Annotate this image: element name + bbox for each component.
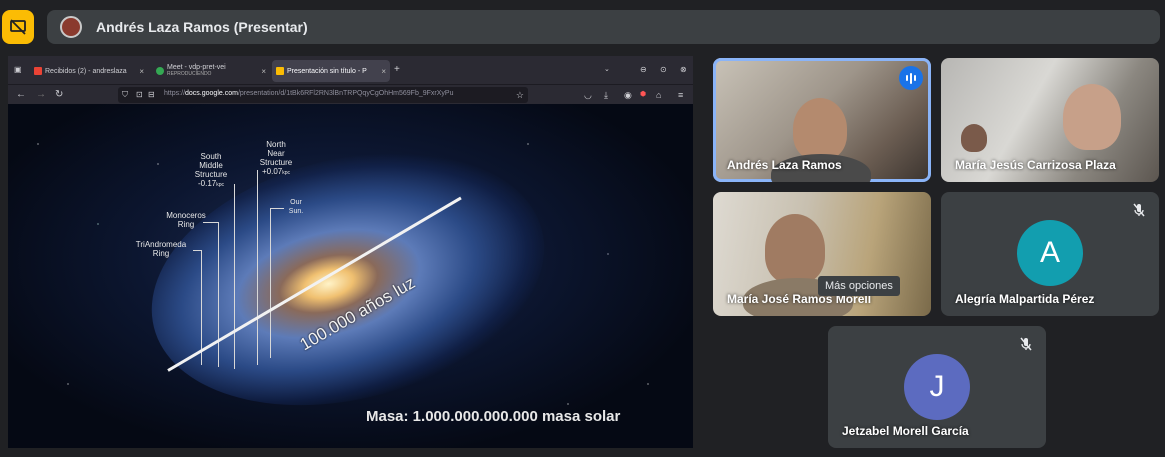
monoceros-ring-label: Monoceros Ring bbox=[158, 211, 214, 229]
browser-toolbar: ← → ↻ ⛉ ⊡ ⊟ https://docs.google.com/pres… bbox=[8, 84, 693, 104]
presenter-avatar bbox=[60, 16, 82, 38]
forward-icon[interactable]: → bbox=[36, 89, 46, 101]
close-window-icon[interactable]: ⊗ bbox=[680, 64, 687, 76]
participant-name: Alegría Malpartida Pérez bbox=[955, 292, 1095, 306]
pocket-icon[interactable]: ◡ bbox=[584, 89, 592, 101]
tab-label: Recibidos (2) - andreslaza bbox=[45, 67, 127, 75]
gmail-icon bbox=[34, 67, 42, 75]
maximize-icon[interactable]: ⊙ bbox=[660, 64, 667, 76]
presenter-title-bar: Andrés Laza Ramos (Presentar) bbox=[47, 10, 1160, 44]
bookmark-star-icon[interactable]: ☆ bbox=[516, 89, 524, 101]
stop-presenting-icon bbox=[10, 19, 26, 35]
extensions-icon[interactable]: ⌂ bbox=[656, 89, 661, 101]
avatar-initial: J bbox=[929, 370, 945, 403]
stop-presenting-button[interactable] bbox=[2, 10, 34, 44]
permissions-icon: ⊟ bbox=[148, 90, 155, 99]
participant-avatar: A bbox=[1017, 220, 1083, 286]
browser-tab-slides[interactable]: Presentación sin título - P × bbox=[272, 60, 390, 82]
background-person bbox=[961, 124, 987, 152]
tab-label: Presentación sin título - P bbox=[287, 67, 367, 75]
shared-screen: ▣ Recibidos (2) - andreslaza × Meet - vd… bbox=[8, 56, 693, 448]
tab-label: Meet - vdp-pret-vei bbox=[167, 64, 226, 71]
participant-tile[interactable]: María José Ramos Morell bbox=[713, 192, 931, 316]
north-structure-text: North Near Structure bbox=[259, 140, 293, 167]
chevron-down-icon[interactable]: ⌄ bbox=[604, 64, 610, 76]
sun-pointer-tick bbox=[270, 208, 284, 209]
mic-off-icon bbox=[1133, 203, 1145, 217]
menu-icon[interactable]: ≡ bbox=[678, 89, 683, 101]
browser-tab-meet[interactable]: Meet - vdp-pret-vei REPRODUCIENDO × bbox=[152, 60, 270, 82]
mic-off-icon bbox=[1020, 337, 1032, 351]
download-icon[interactable]: ⤓ bbox=[604, 89, 608, 101]
shield-icon: ⛉ bbox=[122, 90, 128, 99]
slides-icon bbox=[276, 67, 284, 75]
participant-avatar: J bbox=[904, 354, 970, 420]
north-structure-unit: kpc bbox=[282, 170, 291, 176]
minimize-icon[interactable]: ⊖ bbox=[640, 64, 647, 76]
tab-label-group: Meet - vdp-pret-vei REPRODUCIENDO bbox=[167, 64, 226, 78]
presenter-title: Andrés Laza Ramos (Presentar) bbox=[96, 19, 308, 35]
speaking-indicator-icon bbox=[899, 66, 923, 90]
url-host: docs.google.com bbox=[185, 90, 238, 97]
triandromeda-ring-label: TriAndromeda Ring bbox=[128, 240, 194, 258]
participant-tile[interactable]: A Alegría Malpartida Pérez bbox=[941, 192, 1159, 316]
avatar-initial: A bbox=[1039, 236, 1060, 269]
reload-icon[interactable]: ↻ bbox=[55, 89, 63, 101]
south-structure-value: -0.17 bbox=[197, 179, 217, 188]
north-structure-label: North Near Structure +0.07kpc bbox=[251, 140, 301, 178]
participant-video bbox=[1063, 84, 1121, 150]
new-tab-button[interactable]: + bbox=[394, 64, 400, 76]
monoceros-pointer-line bbox=[218, 222, 219, 367]
close-tab-icon[interactable]: × bbox=[261, 67, 266, 76]
participant-name: Andrés Laza Ramos bbox=[727, 158, 842, 172]
lock-icon: ⊡ bbox=[136, 90, 143, 99]
south-structure-label: South Middle Structure -0.17kpc bbox=[186, 152, 236, 190]
our-sun-label: Our Sun. bbox=[284, 198, 308, 216]
participant-tile[interactable]: María Jesús Carrizosa Plaza bbox=[941, 58, 1159, 182]
account-icon[interactable]: ◉ bbox=[624, 89, 632, 101]
south-structure-unit: kpc bbox=[216, 182, 224, 188]
browser-tab-gmail[interactable]: Recibidos (2) - andreslaza × bbox=[30, 60, 148, 82]
triandromeda-pointer-tick bbox=[193, 250, 201, 251]
more-options-tooltip: Más opciones bbox=[818, 276, 900, 296]
south-pointer-line bbox=[234, 184, 235, 369]
north-structure-value: +0.07 bbox=[261, 167, 283, 176]
monoceros-ring-text: Monoceros Ring bbox=[166, 211, 206, 229]
address-bar[interactable]: ⛉ ⊡ ⊟ https://docs.google.com/presentati… bbox=[118, 87, 528, 103]
url-path: /presentation/d/1tBk6RFl2RN3lBnTRPQqyCgO… bbox=[237, 90, 454, 97]
north-pointer-line bbox=[257, 170, 258, 365]
tab-audio-status: REPRODUCIENDO bbox=[167, 71, 212, 77]
url-text: https://docs.google.com/presentation/d/1… bbox=[164, 90, 453, 97]
sun-pointer-line bbox=[270, 208, 271, 358]
close-tab-icon[interactable]: × bbox=[381, 67, 386, 76]
participant-video bbox=[793, 98, 847, 160]
meet-icon bbox=[156, 67, 164, 75]
close-tab-icon[interactable]: × bbox=[139, 67, 144, 76]
galaxy-mass-label: Masa: 1.000.000.000.000 masa solar bbox=[366, 408, 621, 425]
browser-tabstrip: ▣ Recibidos (2) - andreslaza × Meet - vd… bbox=[8, 56, 693, 84]
presentation-slide: South Middle Structure -0.17kpc North Ne… bbox=[8, 104, 693, 448]
back-icon[interactable]: ← bbox=[16, 89, 26, 101]
url-prefix: https:// bbox=[164, 90, 186, 97]
participant-name: Jetzabel Morell García bbox=[842, 424, 969, 438]
meeting-header: Andrés Laza Ramos (Presentar) bbox=[0, 0, 1165, 54]
tab-list-icon[interactable]: ▣ bbox=[14, 64, 22, 76]
south-structure-text: South Middle Structure bbox=[194, 152, 228, 179]
triandromeda-ring-text: TriAndromeda Ring bbox=[135, 240, 187, 258]
participant-video bbox=[765, 214, 825, 284]
participant-name: María Jesús Carrizosa Plaza bbox=[955, 158, 1116, 172]
participant-tile[interactable]: Andrés Laza Ramos bbox=[713, 58, 931, 182]
adblock-icon[interactable]: ⬢ bbox=[640, 89, 646, 101]
participant-tile[interactable]: J Jetzabel Morell García bbox=[828, 326, 1046, 448]
our-sun-text: Our Sun. bbox=[288, 199, 304, 215]
